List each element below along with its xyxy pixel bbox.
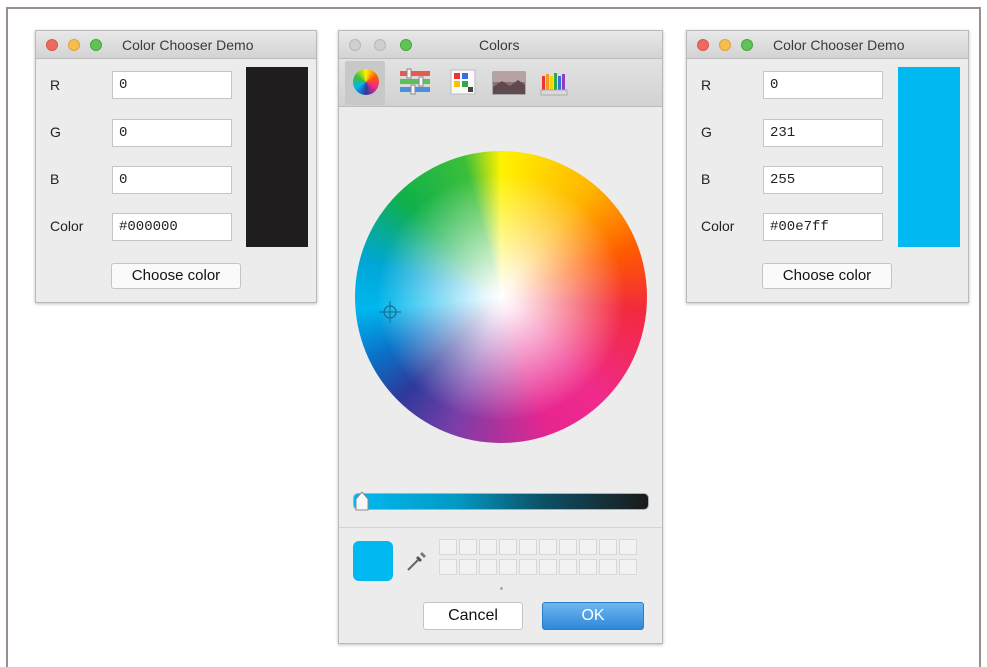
color-hex-field[interactable]: #000000 <box>112 213 232 241</box>
title-bar: Color Chooser Demo <box>687 31 968 59</box>
zoom-window-button[interactable] <box>90 39 102 51</box>
empty-swatch[interactable] <box>619 539 637 555</box>
window-title: Color Chooser Demo <box>122 37 254 53</box>
close-window-button[interactable] <box>349 39 361 51</box>
close-window-button[interactable] <box>46 39 58 51</box>
window-title: Colors <box>479 37 520 53</box>
choose-color-button[interactable]: Choose color <box>762 263 892 289</box>
eyedropper-icon[interactable] <box>405 549 429 573</box>
b-field[interactable]: 255 <box>763 166 883 194</box>
ok-button[interactable]: OK <box>542 602 644 630</box>
r-label: R <box>701 77 712 93</box>
empty-swatch[interactable] <box>439 539 457 555</box>
empty-swatch[interactable] <box>599 559 617 575</box>
color-chooser-window-right: Color Chooser Demo R 0 G 231 B 255 Color… <box>686 30 969 303</box>
empty-swatch[interactable] <box>439 559 457 575</box>
empty-swatch[interactable] <box>459 539 477 555</box>
b-field[interactable]: 0 <box>112 166 232 194</box>
color-label: Color <box>50 218 84 234</box>
window-title: Color Chooser Demo <box>773 37 905 53</box>
empty-swatch[interactable] <box>559 559 577 575</box>
empty-swatch[interactable] <box>479 559 497 575</box>
color-wheel-tab[interactable] <box>345 61 385 105</box>
r-field[interactable]: 0 <box>112 71 232 99</box>
empty-swatch[interactable] <box>499 559 517 575</box>
divider <box>339 527 662 528</box>
g-field[interactable]: 0 <box>112 119 232 147</box>
color-label: Color <box>701 218 735 234</box>
empty-swatch[interactable] <box>479 539 497 555</box>
r-field[interactable]: 0 <box>763 71 883 99</box>
crayons-tab[interactable] <box>535 61 575 105</box>
empty-swatch[interactable] <box>519 559 537 575</box>
empty-swatch[interactable] <box>619 559 637 575</box>
current-color-swatch[interactable] <box>353 541 393 581</box>
color-chooser-window-left: Color Chooser Demo R 0 G 0 B 0 Color #00… <box>35 30 317 303</box>
empty-swatch[interactable] <box>539 559 557 575</box>
empty-swatch[interactable] <box>539 539 557 555</box>
r-label: R <box>50 77 61 93</box>
brightness-slider-knob[interactable] <box>354 491 370 511</box>
color-palettes-tab[interactable] <box>443 61 483 105</box>
b-label: B <box>50 171 60 187</box>
image-palettes-tab[interactable] <box>489 61 529 105</box>
color-wheel[interactable] <box>355 151 647 443</box>
resize-dot[interactable] <box>500 587 503 590</box>
choose-color-button[interactable]: Choose color <box>111 263 241 289</box>
g-label: G <box>701 124 712 140</box>
empty-swatch[interactable] <box>599 539 617 555</box>
g-field[interactable]: 231 <box>763 119 883 147</box>
b-label: B <box>701 171 711 187</box>
title-bar: Color Chooser Demo <box>36 31 316 59</box>
sliders-icon <box>400 68 430 95</box>
empty-swatch[interactable] <box>559 539 577 555</box>
crayons-icon <box>540 73 568 96</box>
image-palette-icon <box>492 71 526 95</box>
zoom-window-button[interactable] <box>400 39 412 51</box>
colors-panel: Colors Cancel OK <box>338 30 663 644</box>
palettes-icon <box>450 69 476 95</box>
minimize-window-button[interactable] <box>374 39 386 51</box>
color-hex-field[interactable]: #00e7ff <box>763 213 883 241</box>
empty-swatch[interactable] <box>579 559 597 575</box>
color-wheel-icon <box>353 69 379 95</box>
g-label: G <box>50 124 61 140</box>
brightness-slider[interactable] <box>353 493 649 510</box>
title-bar: Colors <box>339 31 662 59</box>
wheel-selection-crosshair[interactable] <box>379 301 401 323</box>
swatch-grid <box>439 539 644 577</box>
cancel-button[interactable]: Cancel <box>423 602 523 630</box>
empty-swatch[interactable] <box>459 559 477 575</box>
zoom-window-button[interactable] <box>741 39 753 51</box>
empty-swatch[interactable] <box>499 539 517 555</box>
color-swatch <box>246 67 308 247</box>
minimize-window-button[interactable] <box>719 39 731 51</box>
empty-swatch[interactable] <box>579 539 597 555</box>
color-swatch <box>898 67 960 247</box>
minimize-window-button[interactable] <box>68 39 80 51</box>
color-sliders-tab[interactable] <box>395 61 435 105</box>
close-window-button[interactable] <box>697 39 709 51</box>
empty-swatch[interactable] <box>519 539 537 555</box>
mode-toolbar <box>339 59 662 107</box>
